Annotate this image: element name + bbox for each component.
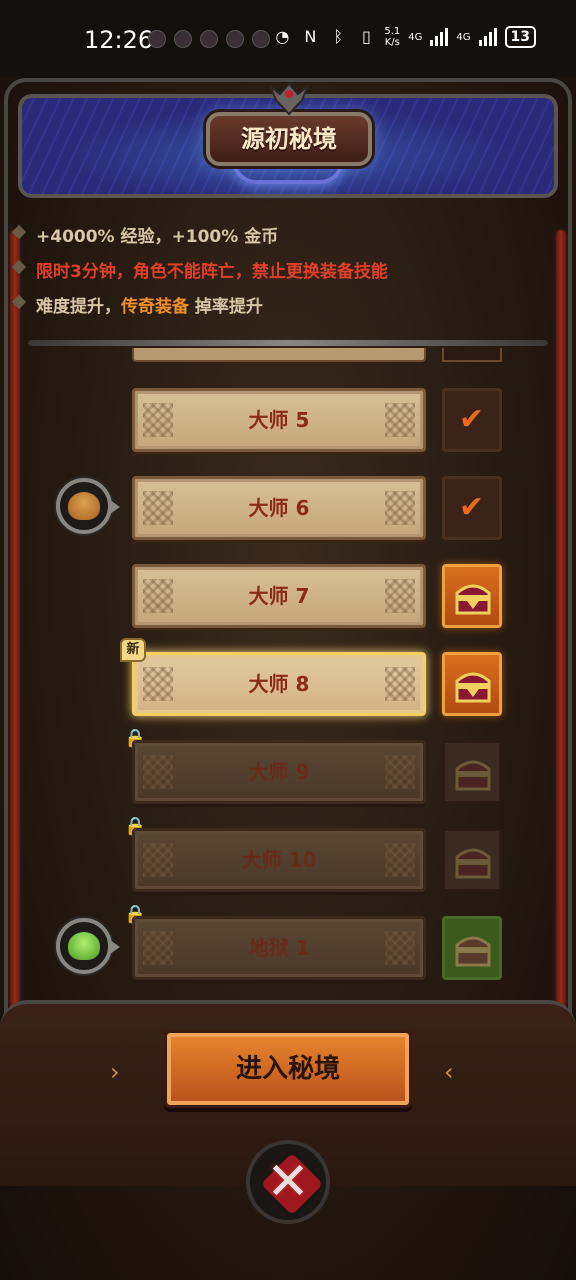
notification-app-icon	[200, 30, 218, 48]
chest-partial	[442, 348, 502, 362]
treasure-chest-icon	[455, 848, 491, 879]
info-difficulty: 难度提升，传奇装备 掉率提升	[11, 292, 263, 317]
frame-pillar-left	[8, 228, 22, 1058]
notification-app-icon	[226, 30, 244, 48]
level-row-master-7[interactable]: 大师 7	[28, 564, 548, 628]
reward-bubble[interactable]	[56, 478, 120, 534]
close-emblem-button[interactable]: ✕	[246, 1140, 330, 1224]
treasure-chest-icon	[455, 936, 491, 967]
armor-icon	[68, 932, 100, 960]
chest-locked-button[interactable]	[442, 740, 502, 804]
check-icon: ✔	[459, 402, 485, 437]
nfc-icon: N	[304, 27, 317, 46]
reward-bubble[interactable]	[56, 918, 120, 974]
level-list[interactable]: 大师 5 ✔ 大师 6 ✔ 大师 7 大师 8 新 🔒 大师 9 🔒 大师 10…	[28, 348, 548, 984]
divider	[28, 340, 548, 346]
notification-icons	[148, 30, 270, 48]
level-plate-locked[interactable]: 大师 9	[132, 740, 426, 804]
close-icon: ✕	[266, 1152, 310, 1212]
chest-locked-button[interactable]	[442, 916, 502, 980]
left-arrow-ornament-icon: ›	[110, 1058, 120, 1086]
legendary-gear-highlight: 传奇装备	[121, 297, 189, 317]
level-row-hell-1[interactable]: 🔒 地狱 1	[28, 904, 548, 980]
level-plate-locked[interactable]: 地狱 1	[132, 916, 426, 980]
enter-dungeon-button[interactable]: 进入秘境	[164, 1030, 412, 1108]
level-plate-locked[interactable]: 大师 10	[132, 828, 426, 892]
notification-app-icon	[252, 30, 270, 48]
skull-emblem-icon	[269, 82, 309, 116]
status-right: ◔ N ᛒ ▯ 5.1 K/s 4G 4G 13	[272, 26, 536, 48]
notification-app-icon	[148, 30, 166, 48]
level-plate-selected[interactable]: 大师 8	[132, 652, 426, 716]
hat-icon	[68, 492, 100, 520]
info-rules: 限时3分钟，角色不能阵亡，禁止更换装备技能	[11, 257, 388, 282]
level-plate-partial	[132, 348, 426, 362]
check-icon: ✔	[459, 490, 485, 525]
title-plate: 源初秘境	[206, 112, 372, 166]
speedometer-icon: ◔	[275, 27, 290, 46]
vibrate-icon: ▯	[361, 27, 371, 46]
chest-available-button[interactable]	[442, 564, 502, 628]
treasure-chest-icon	[455, 584, 491, 615]
status-time: 12:26	[84, 26, 154, 54]
right-arrow-ornament-icon: ‹	[444, 1058, 454, 1086]
chest-claimed-button[interactable]: ✔	[442, 476, 502, 540]
bluetooth-icon: ᛒ	[333, 27, 344, 46]
level-plate[interactable]: 大师 5	[132, 388, 426, 452]
signal-icon	[478, 28, 497, 46]
frame-pillar-right	[554, 228, 568, 1058]
battery-icon: 13	[504, 26, 536, 48]
chest-locked-button[interactable]	[442, 828, 502, 892]
level-row-master-5[interactable]: 大师 5 ✔	[28, 388, 548, 452]
tiktok-icon	[174, 30, 192, 48]
network-type-2: 4G	[456, 31, 471, 43]
level-row-master-6[interactable]: 大师 6 ✔	[28, 476, 548, 540]
new-badge: 新	[120, 638, 146, 662]
info-bonus: +4000% 经验，+100% 金币	[11, 222, 278, 247]
level-plate[interactable]: 大师 7	[132, 564, 426, 628]
level-row-master-10[interactable]: 🔒 大师 10	[28, 816, 548, 892]
network-speed: 5.1 K/s	[384, 26, 401, 48]
network-type-1: 4G	[408, 31, 423, 43]
chest-available-button[interactable]	[442, 652, 502, 716]
status-bar: 12:26 ◔ N ᛒ ▯ 5.1 K/s 4G 4G 13	[0, 0, 576, 78]
signal-icon	[430, 28, 449, 46]
chest-claimed-button[interactable]: ✔	[442, 388, 502, 452]
treasure-chest-icon	[455, 672, 491, 703]
level-row-master-9[interactable]: 🔒 大师 9	[28, 728, 548, 804]
level-row-master-8[interactable]: 大师 8 新	[28, 638, 548, 716]
level-plate[interactable]: 大师 6	[132, 476, 426, 540]
treasure-chest-icon	[455, 760, 491, 791]
page-title: 源初秘境	[241, 125, 337, 153]
